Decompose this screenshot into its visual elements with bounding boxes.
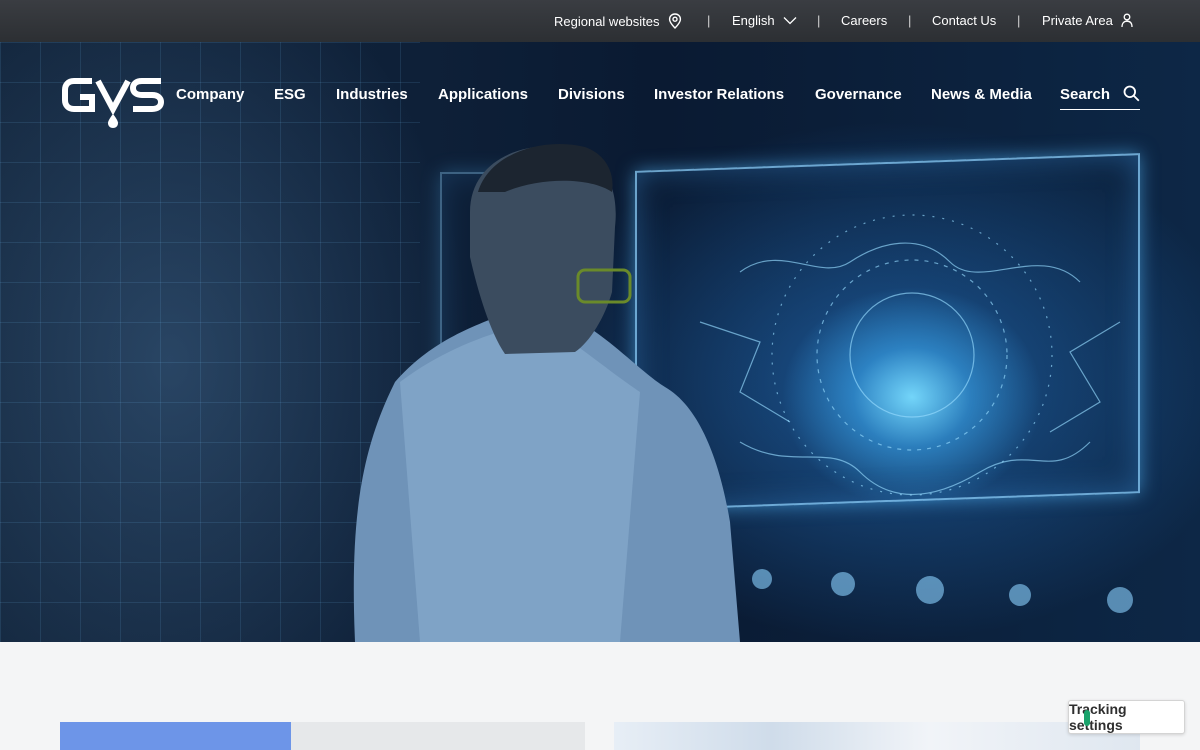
location-pin-icon — [668, 13, 681, 29]
language-selector[interactable]: English — [732, 13, 797, 28]
nav-governance[interactable]: Governance — [815, 86, 902, 103]
careers-link[interactable]: Careers — [841, 13, 887, 28]
private-area-link[interactable]: Private Area — [1042, 13, 1133, 28]
feature-card-right[interactable] — [614, 722, 1140, 750]
card-image-left — [60, 722, 291, 750]
language-label: English — [732, 13, 775, 28]
nav-applications[interactable]: Applications — [438, 86, 528, 103]
separator: | — [1017, 13, 1021, 28]
utility-bar: Regional websites | English | Careers | … — [0, 0, 1200, 42]
nav-industries[interactable]: Industries — [336, 86, 408, 103]
hero-image — [353, 144, 1133, 642]
regional-websites-label: Regional websites — [554, 13, 660, 29]
nav-investor-relations[interactable]: Investor Relations — [654, 86, 784, 103]
nav-news-media[interactable]: News & Media — [931, 86, 1032, 103]
hero-banner — [0, 42, 1200, 642]
search-label: Search — [1060, 86, 1111, 103]
content-section — [0, 642, 1200, 750]
user-icon — [1121, 13, 1133, 28]
tracking-toggle-icon — [1084, 710, 1090, 726]
chevron-down-icon — [783, 17, 797, 25]
private-area-label: Private Area — [1042, 13, 1113, 28]
gvs-logo[interactable] — [62, 76, 164, 130]
nav-company[interactable]: Company — [176, 86, 244, 103]
nav-divisions[interactable]: Divisions — [558, 86, 625, 103]
separator: | — [908, 13, 912, 28]
separator: | — [817, 13, 821, 28]
careers-label: Careers — [841, 13, 888, 28]
search-button[interactable]: Search — [1060, 83, 1140, 110]
nav-esg[interactable]: ESG — [274, 86, 306, 103]
separator: | — [707, 13, 711, 28]
contact-us-label: Contact Us — [932, 13, 997, 28]
feature-card-left[interactable] — [60, 722, 585, 750]
search-icon — [1123, 85, 1140, 102]
contact-us-link[interactable]: Contact Us — [932, 13, 996, 28]
tracking-settings-button[interactable]: Tracking settings — [1068, 700, 1185, 734]
regional-websites-link[interactable]: Regional websites — [554, 13, 682, 29]
